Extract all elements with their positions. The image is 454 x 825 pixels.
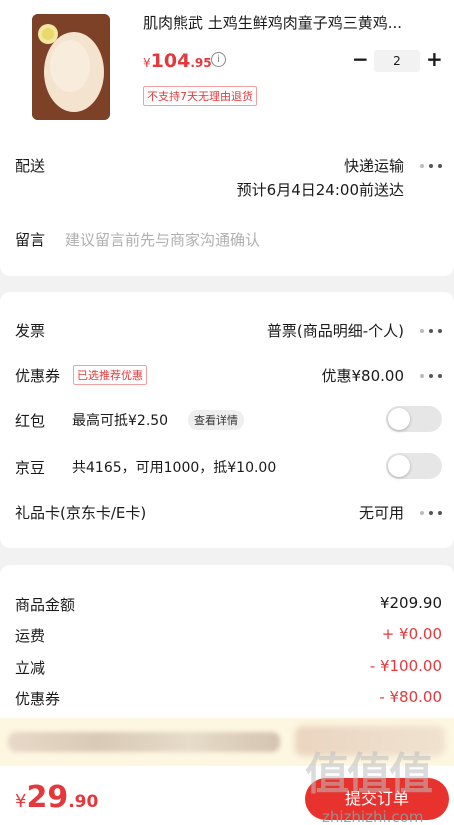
order-item-card: 肌肉熊武 土鸡生鲜鸡肉童子鸡三黄鸡... ¥104.95 i − 2 + 不支持… (0, 0, 454, 276)
coupon-deduction-label: 优惠券 (15, 690, 61, 708)
gift-card-value[interactable]: 无可用 (359, 502, 404, 523)
delivery-label: 配送 (15, 157, 46, 175)
decrease-quantity-button[interactable]: − (352, 47, 369, 71)
goods-amount-value: ¥209.90 (379, 594, 442, 612)
discount-value: - ¥100.00 (369, 657, 442, 675)
jd-beans-label: 京豆 (15, 459, 46, 477)
discount-label: 立减 (15, 659, 46, 677)
gift-card-label: 礼品卡(京东卡/E卡) (15, 504, 147, 522)
coupon-deduction-value: - ¥80.00 (379, 688, 442, 706)
note-input[interactable]: 建议留言前先与商家沟通确认 (65, 229, 260, 250)
red-packet-desc: 最高可抵¥2.50 (72, 413, 169, 429)
delivery-eta: 预计6月4日24:00前送达 (236, 181, 404, 199)
info-icon[interactable]: i (211, 52, 226, 67)
jd-beans-desc: 共4165，可用1000，抵¥10.00 (72, 460, 277, 476)
quantity-input[interactable]: 2 (374, 50, 420, 72)
note-label: 留言 (15, 231, 46, 249)
invoice-label: 发票 (15, 322, 46, 340)
more-icon[interactable] (420, 508, 442, 518)
watermark-logo: 值值值 (305, 749, 433, 800)
product-image[interactable] (32, 14, 110, 120)
red-packet-label: 红包 (15, 412, 46, 430)
view-details-button[interactable]: 查看详情 (188, 410, 244, 430)
unit-price: ¥104.95 (143, 50, 212, 72)
increase-quantity-button[interactable]: + (426, 47, 443, 71)
shipping-label: 运费 (15, 627, 46, 645)
product-title[interactable]: 肌肉熊武 土鸡生鲜鸡肉童子鸡三黄鸡... (143, 12, 443, 33)
total-price: ¥29.90 (15, 780, 99, 815)
more-icon[interactable] (420, 326, 442, 336)
payment-options-card: 发票 普票(商品明细-个人) 优惠券 已选推荐优惠 优惠¥80.00 红包 最高… (0, 292, 454, 548)
delivery-method[interactable]: 快递运输 (344, 155, 404, 176)
more-icon[interactable] (420, 161, 442, 171)
coupon-label: 优惠券 (15, 367, 61, 385)
shipping-value: + ¥0.00 (381, 625, 442, 643)
jd-beans-toggle[interactable] (386, 453, 442, 479)
blurred-notice-text (8, 732, 280, 752)
goods-amount-label: 商品金额 (15, 596, 76, 614)
red-packet-toggle[interactable] (386, 406, 442, 432)
coupon-recommended-badge: 已选推荐优惠 (73, 365, 147, 385)
watermark-url: zhizhizhi.com (322, 808, 424, 825)
return-policy-badge: 不支持7天无理由退货 (143, 86, 257, 106)
invoice-value[interactable]: 普票(商品明细-个人) (267, 320, 404, 341)
more-icon[interactable] (420, 371, 442, 381)
coupon-value[interactable]: 优惠¥80.00 (322, 365, 405, 386)
